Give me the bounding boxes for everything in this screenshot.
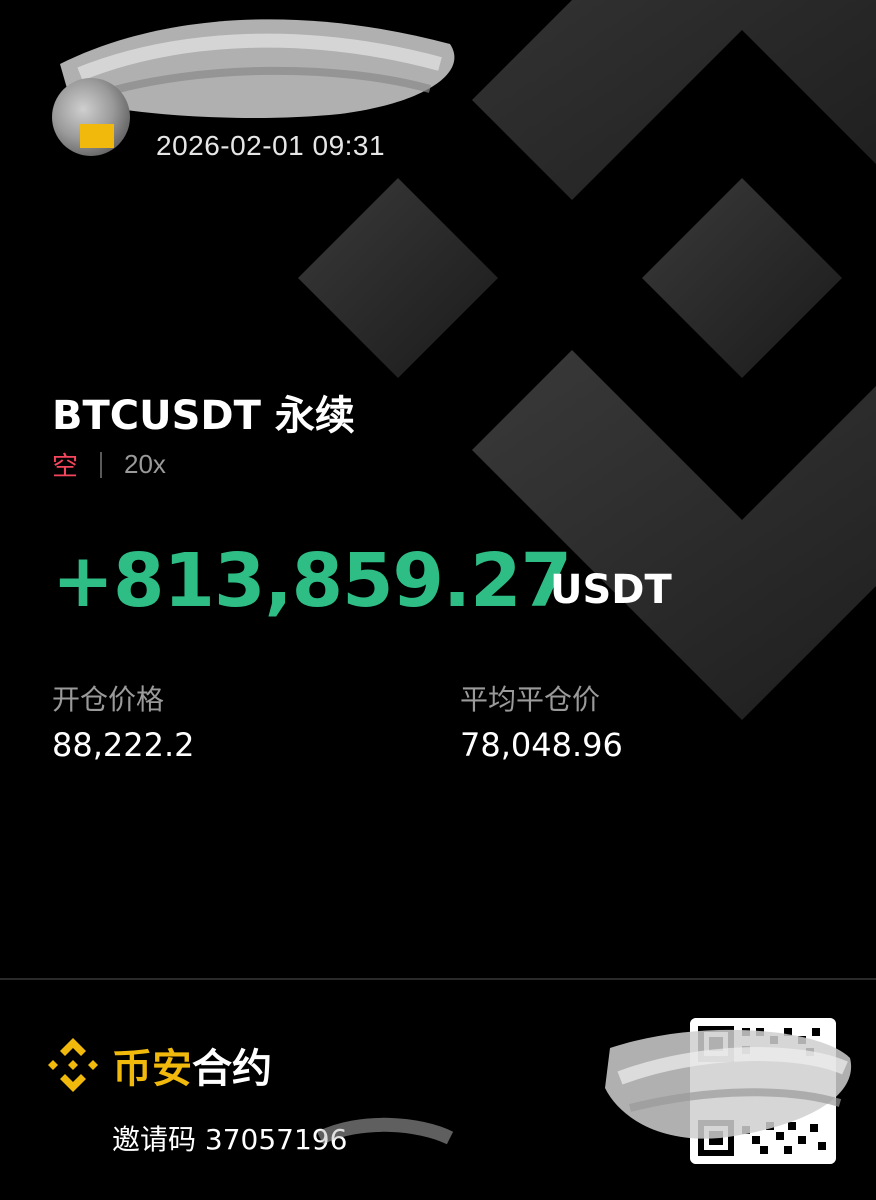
avatar	[52, 78, 130, 156]
footer-divider	[0, 978, 876, 980]
qr-code-icon	[690, 1018, 836, 1164]
binance-watermark-icon	[298, 0, 876, 720]
divider	[100, 451, 103, 478]
invite-code: 邀请码 37057196	[112, 1118, 347, 1158]
brand: 币安合约	[40, 1032, 272, 1098]
position-meta: 空 20x	[52, 446, 166, 483]
invite-label: 邀请码	[112, 1123, 197, 1156]
trading-pair: BTCUSDT 永续	[52, 393, 355, 439]
brand-name-part1: 币安	[112, 1046, 192, 1092]
avatar-badge-icon	[80, 124, 114, 148]
timestamp: 2026-02-01 09:31	[156, 130, 386, 161]
binance-logo-icon	[48, 1038, 98, 1092]
brand-name-part2: 合约	[192, 1046, 272, 1092]
leverage: 20x	[124, 449, 166, 479]
avg-close-value: 78,048.96	[460, 726, 623, 764]
brand-name: 币安合约	[112, 1036, 272, 1094]
entry-price-label: 开仓价格	[52, 683, 165, 716]
entry-price-value: 88,222.2	[52, 726, 195, 764]
pnl-unit: USDT	[550, 567, 672, 613]
pnl-value: +813,859.27	[52, 538, 572, 624]
position-side: 空	[52, 452, 79, 482]
avg-close-label: 平均平仓价	[460, 683, 601, 716]
invite-code-value: 37057196	[204, 1123, 348, 1156]
